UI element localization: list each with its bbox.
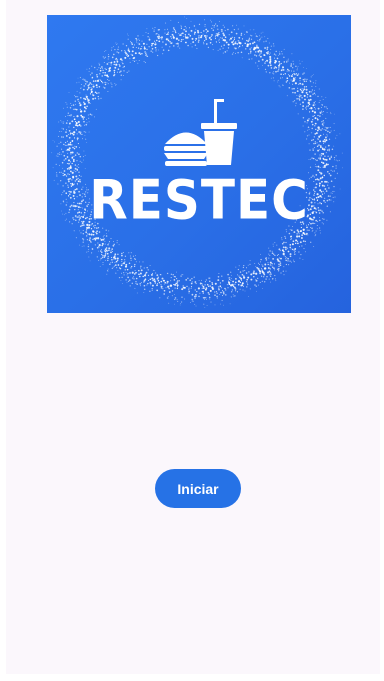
start-button[interactable]: Iniciar bbox=[155, 469, 241, 508]
logo-artwork bbox=[51, 16, 343, 308]
logo-title: RESTEC bbox=[89, 168, 309, 232]
drink-cup-icon bbox=[201, 99, 237, 165]
burger-icon bbox=[164, 132, 208, 166]
splash-screen: RESTEC Iniciar bbox=[6, 0, 380, 674]
restec-logo: RESTEC bbox=[47, 15, 351, 313]
